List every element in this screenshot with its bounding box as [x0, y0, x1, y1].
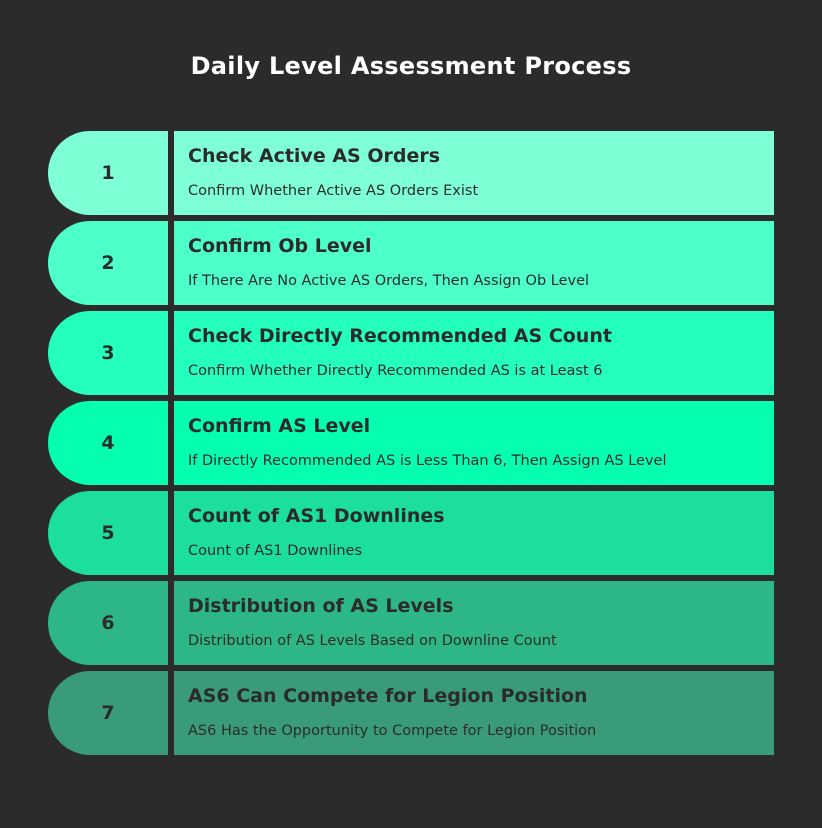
- process-step: 6 Distribution of AS Levels Distribution…: [48, 581, 774, 665]
- step-title: Distribution of AS Levels: [188, 595, 454, 617]
- step-card: Check Active AS Orders Confirm Whether A…: [174, 131, 774, 215]
- step-card: Check Directly Recommended AS Count Conf…: [174, 311, 774, 395]
- step-title: Count of AS1 Downlines: [188, 505, 445, 527]
- step-number: 3: [48, 311, 168, 395]
- step-card: Count of AS1 Downlines Count of AS1 Down…: [174, 491, 774, 575]
- process-step: 5 Count of AS1 Downlines Count of AS1 Do…: [48, 491, 774, 575]
- step-description: AS6 Has the Opportunity to Compete for L…: [188, 723, 597, 739]
- step-description: Confirm Whether Active AS Orders Exist: [188, 183, 479, 199]
- step-card: Confirm AS Level If Directly Recommended…: [174, 401, 774, 485]
- process-step: 1 Check Active AS Orders Confirm Whether…: [48, 131, 774, 215]
- step-description: Distribution of AS Levels Based on Downl…: [188, 633, 557, 649]
- process-steps: 1 Check Active AS Orders Confirm Whether…: [48, 131, 774, 761]
- process-step: 2 Confirm Ob Level If There Are No Activ…: [48, 221, 774, 305]
- process-step: 4 Confirm AS Level If Directly Recommend…: [48, 401, 774, 485]
- step-number: 5: [48, 491, 168, 575]
- step-description: Count of AS1 Downlines: [188, 543, 363, 559]
- step-description: If There Are No Active AS Orders, Then A…: [188, 273, 590, 289]
- step-title: AS6 Can Compete for Legion Position: [188, 685, 588, 707]
- step-number: 1: [48, 131, 168, 215]
- step-title: Check Directly Recommended AS Count: [188, 325, 612, 347]
- step-number: 6: [48, 581, 168, 665]
- page-title: Daily Level Assessment Process: [190, 52, 632, 80]
- step-title: Confirm AS Level: [188, 415, 371, 437]
- process-step: 7 AS6 Can Compete for Legion Position AS…: [48, 671, 774, 755]
- step-description: Confirm Whether Directly Recommended AS …: [188, 363, 603, 379]
- step-title: Check Active AS Orders: [188, 145, 441, 167]
- step-title: Confirm Ob Level: [188, 235, 372, 257]
- process-step: 3 Check Directly Recommended AS Count Co…: [48, 311, 774, 395]
- step-card: AS6 Can Compete for Legion Position AS6 …: [174, 671, 774, 755]
- step-number: 4: [48, 401, 168, 485]
- step-card: Confirm Ob Level If There Are No Active …: [174, 221, 774, 305]
- step-number: 2: [48, 221, 168, 305]
- step-description: If Directly Recommended AS is Less Than …: [188, 453, 667, 469]
- step-number: 7: [48, 671, 168, 755]
- step-card: Distribution of AS Levels Distribution o…: [174, 581, 774, 665]
